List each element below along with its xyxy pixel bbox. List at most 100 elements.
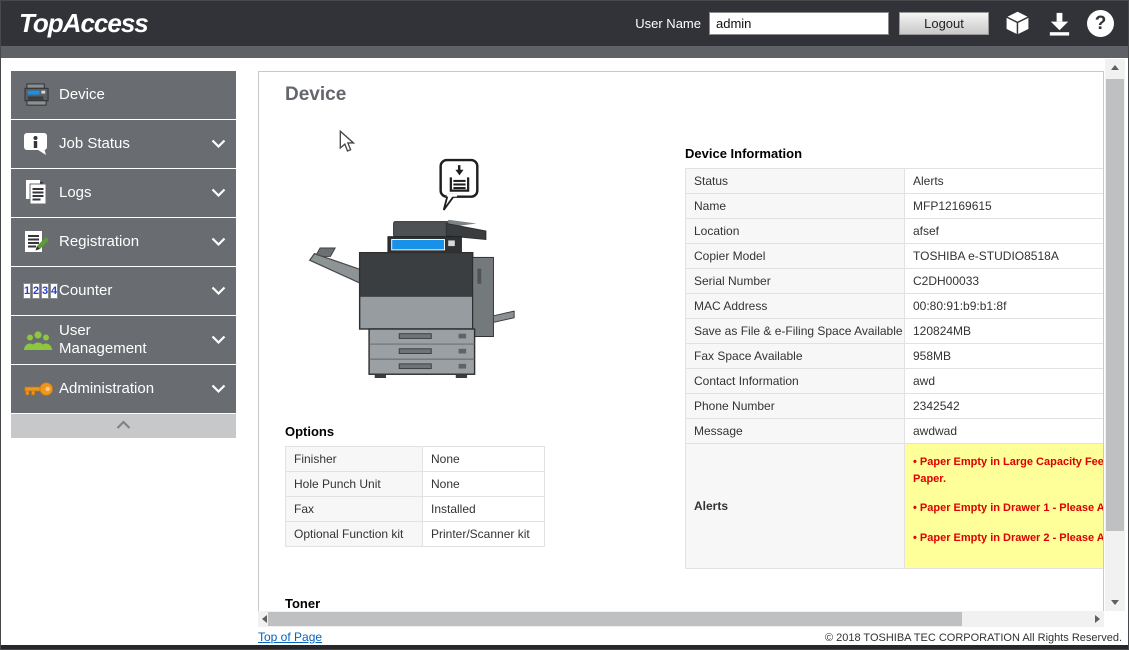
row-value: awdwad xyxy=(905,419,1105,444)
sidebar-collapse-button[interactable] xyxy=(11,414,236,438)
chevron-down-icon xyxy=(211,139,226,149)
chevron-down-icon xyxy=(211,188,226,198)
row-label: Phone Number xyxy=(686,394,905,419)
options-table: FinisherNoneHole Punch UnitNoneFaxInstal… xyxy=(285,446,545,547)
row-label: MAC Address xyxy=(686,294,905,319)
row-value: MFP12169615 xyxy=(905,194,1105,219)
alerts-cell: • Paper Empty in Large Capacity Feeder -… xyxy=(905,444,1105,569)
table-row: Copier ModelTOSHIBA e-STUDIO8518A xyxy=(686,244,1105,269)
horizontal-scroll-thumb[interactable] xyxy=(268,612,962,626)
sidebar-item-label: Administration xyxy=(59,380,177,398)
alerts-label: Alerts xyxy=(686,444,905,569)
table-row: MAC Address00:80:91:b9:b1:8f xyxy=(686,294,1105,319)
row-label: Finisher xyxy=(286,447,423,472)
device-info-table: StatusAlertsNameMFP12169615Locationafsef… xyxy=(685,168,1104,569)
sidebar-item-label: Counter xyxy=(59,282,177,300)
vertical-scrollbar xyxy=(1105,59,1125,611)
sidebar-item-counter[interactable]: 1 2 3 4 Counter xyxy=(11,267,236,315)
row-value: afsef xyxy=(905,219,1105,244)
row-label: Save as File & e-Filing Space Available xyxy=(686,319,905,344)
efiling-cube-icon[interactable] xyxy=(1003,9,1032,38)
sidebar-item-user-management[interactable]: User Management xyxy=(11,316,236,364)
counter-digits-icon: 1 2 3 4 xyxy=(23,283,59,299)
row-value: Printer/Scanner kit xyxy=(423,522,545,547)
vertical-scroll-thumb[interactable] xyxy=(1106,79,1124,531)
row-label: Message xyxy=(686,419,905,444)
row-value: Alerts xyxy=(905,169,1105,194)
sidebar-item-device[interactable]: Device xyxy=(11,71,236,119)
job-status-bubble-icon xyxy=(23,132,59,157)
top-bar: TopAccess User Name Logout ? xyxy=(1,1,1128,46)
copier-icon xyxy=(23,83,59,108)
scroll-left-arrow-icon[interactable] xyxy=(262,615,267,623)
user-name-input[interactable] xyxy=(709,12,889,35)
scroll-down-arrow-icon[interactable] xyxy=(1111,600,1119,605)
registration-pencil-icon xyxy=(23,229,59,255)
row-value: 2342542 xyxy=(905,394,1105,419)
row-label: Copier Model xyxy=(686,244,905,269)
chevron-up-icon xyxy=(116,417,131,435)
admin-key-icon xyxy=(23,380,59,398)
device-info-title: Device Information xyxy=(685,146,1104,161)
user-name-label: User Name xyxy=(635,16,701,31)
row-label: Optional Function kit xyxy=(286,522,423,547)
table-row: Phone Number2342542 xyxy=(686,394,1105,419)
row-value: 958MB xyxy=(905,344,1105,369)
table-row: Locationafsef xyxy=(686,219,1105,244)
row-label: Fax xyxy=(286,497,423,522)
row-value: Installed xyxy=(423,497,545,522)
row-value: None xyxy=(423,447,545,472)
options-section: Options FinisherNoneHole Punch UnitNoneF… xyxy=(285,424,545,547)
sidebar-item-administration[interactable]: Administration xyxy=(11,365,236,413)
copyright-text: © 2018 TOSHIBA TEC CORPORATION All Right… xyxy=(825,632,1122,644)
help-question-glyph: ? xyxy=(1087,10,1114,37)
chevron-down-icon xyxy=(211,286,226,296)
table-row: StatusAlerts xyxy=(686,169,1105,194)
mouse-cursor xyxy=(339,130,356,159)
top-of-page-link[interactable]: Top of Page xyxy=(258,630,322,644)
alert-message: • Paper Empty in Drawer 2 - Please Add P… xyxy=(913,530,1104,547)
scroll-up-arrow-icon[interactable] xyxy=(1111,65,1119,70)
table-row: Contact Informationawd xyxy=(686,369,1105,394)
help-icon[interactable]: ? xyxy=(1087,10,1114,37)
horizontal-scrollbar xyxy=(258,611,1104,627)
options-title: Options xyxy=(285,424,545,439)
row-value: None xyxy=(423,472,545,497)
sidebar-item-label: Logs xyxy=(59,184,177,202)
sidebar-item-label: Device xyxy=(59,86,177,104)
row-label: Serial Number xyxy=(686,269,905,294)
table-row: NameMFP12169615 xyxy=(686,194,1105,219)
table-row: FinisherNone xyxy=(286,447,545,472)
alert-message: • Paper Empty in Drawer 1 - Please Add P… xyxy=(913,500,1104,517)
paper-alert-bubble-icon xyxy=(437,157,483,219)
users-group-icon xyxy=(23,329,59,351)
sidebar-nav: Device Job Status xyxy=(11,71,236,438)
content-panel: Device xyxy=(258,71,1104,611)
logout-button[interactable]: Logout xyxy=(899,12,989,35)
sidebar-item-logs[interactable]: Logs xyxy=(11,169,236,217)
scroll-right-arrow-icon[interactable] xyxy=(1095,615,1100,623)
row-label: Contact Information xyxy=(686,369,905,394)
sidebar-item-job-status[interactable]: Job Status xyxy=(11,120,236,168)
sub-header-strip xyxy=(1,46,1128,58)
row-label: Fax Space Available xyxy=(686,344,905,369)
alerts-row: Alerts • Paper Empty in Large Capacity F… xyxy=(686,444,1105,569)
row-label: Location xyxy=(686,219,905,244)
sidebar-item-label: User Management xyxy=(59,322,177,358)
row-label: Status xyxy=(686,169,905,194)
sidebar-item-registration[interactable]: Registration xyxy=(11,218,236,266)
table-row: FaxInstalled xyxy=(286,497,545,522)
printer-illustration xyxy=(305,214,517,384)
row-value: TOSHIBA e-STUDIO8518A xyxy=(905,244,1105,269)
row-value: awd xyxy=(905,369,1105,394)
download-icon[interactable] xyxy=(1046,10,1073,37)
chevron-down-icon xyxy=(211,237,226,247)
row-value: C2DH00033 xyxy=(905,269,1105,294)
sidebar-item-label: Job Status xyxy=(59,135,177,153)
alert-message: • Paper Empty in Large Capacity Feeder -… xyxy=(913,454,1104,487)
bottom-frame-bar xyxy=(1,645,1128,649)
device-info-section: Device Information StatusAlertsNameMFP12… xyxy=(685,146,1104,569)
logs-document-icon xyxy=(23,180,59,206)
table-row: Hole Punch UnitNone xyxy=(286,472,545,497)
table-row: Serial NumberC2DH00033 xyxy=(686,269,1105,294)
